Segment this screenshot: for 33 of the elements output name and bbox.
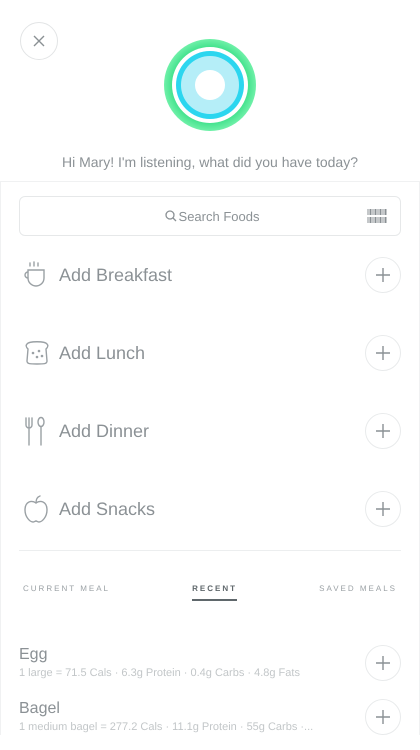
meal-label[interactable]: Add Snacks bbox=[59, 496, 365, 522]
toast-icon bbox=[23, 339, 51, 367]
close-button[interactable] bbox=[20, 22, 58, 60]
greeting-text: Hi Mary! I'm listening, what did you have today? bbox=[62, 153, 358, 172]
add-button[interactable] bbox=[365, 491, 401, 527]
meal-label[interactable]: Add Lunch bbox=[59, 340, 365, 366]
plus-icon bbox=[375, 423, 391, 439]
add-button[interactable] bbox=[365, 645, 401, 681]
search-icon bbox=[165, 210, 177, 222]
barcode-icon bbox=[367, 209, 387, 223]
meal-label[interactable]: Add Breakfast bbox=[59, 262, 365, 288]
add-button[interactable] bbox=[365, 699, 401, 735]
plus-icon bbox=[375, 655, 391, 671]
add-button[interactable] bbox=[365, 335, 401, 371]
plus-icon bbox=[375, 345, 391, 361]
tab[interactable]: RECENT bbox=[192, 583, 237, 601]
close-icon bbox=[33, 35, 45, 47]
listening-orb-icon bbox=[163, 38, 257, 132]
food-name: Egg bbox=[19, 645, 48, 665]
plus-icon bbox=[375, 267, 391, 283]
add-button[interactable] bbox=[365, 413, 401, 449]
add-button[interactable] bbox=[365, 257, 401, 293]
food-name: Bagel bbox=[19, 699, 61, 719]
tab[interactable]: CURRENT MEAL bbox=[23, 583, 110, 601]
tab[interactable]: SAVED MEALS bbox=[319, 583, 397, 601]
meal-label[interactable]: Add Dinner bbox=[59, 418, 365, 444]
food-details: 1 large = 71.5 Cals · 6.3g Protein · 0.4g Carbs · 4.8g Fats bbox=[19, 666, 301, 681]
search-field[interactable]: Search Foods bbox=[19, 196, 401, 236]
food-details: 1 medium bagel = 277.2 Cals · 11.1g Protein · 55g Carbs ·... bbox=[19, 720, 314, 735]
apple-icon bbox=[23, 494, 49, 524]
fork-and-spoon-icon bbox=[23, 416, 47, 446]
plus-icon bbox=[375, 501, 391, 517]
plus-icon bbox=[375, 709, 391, 725]
